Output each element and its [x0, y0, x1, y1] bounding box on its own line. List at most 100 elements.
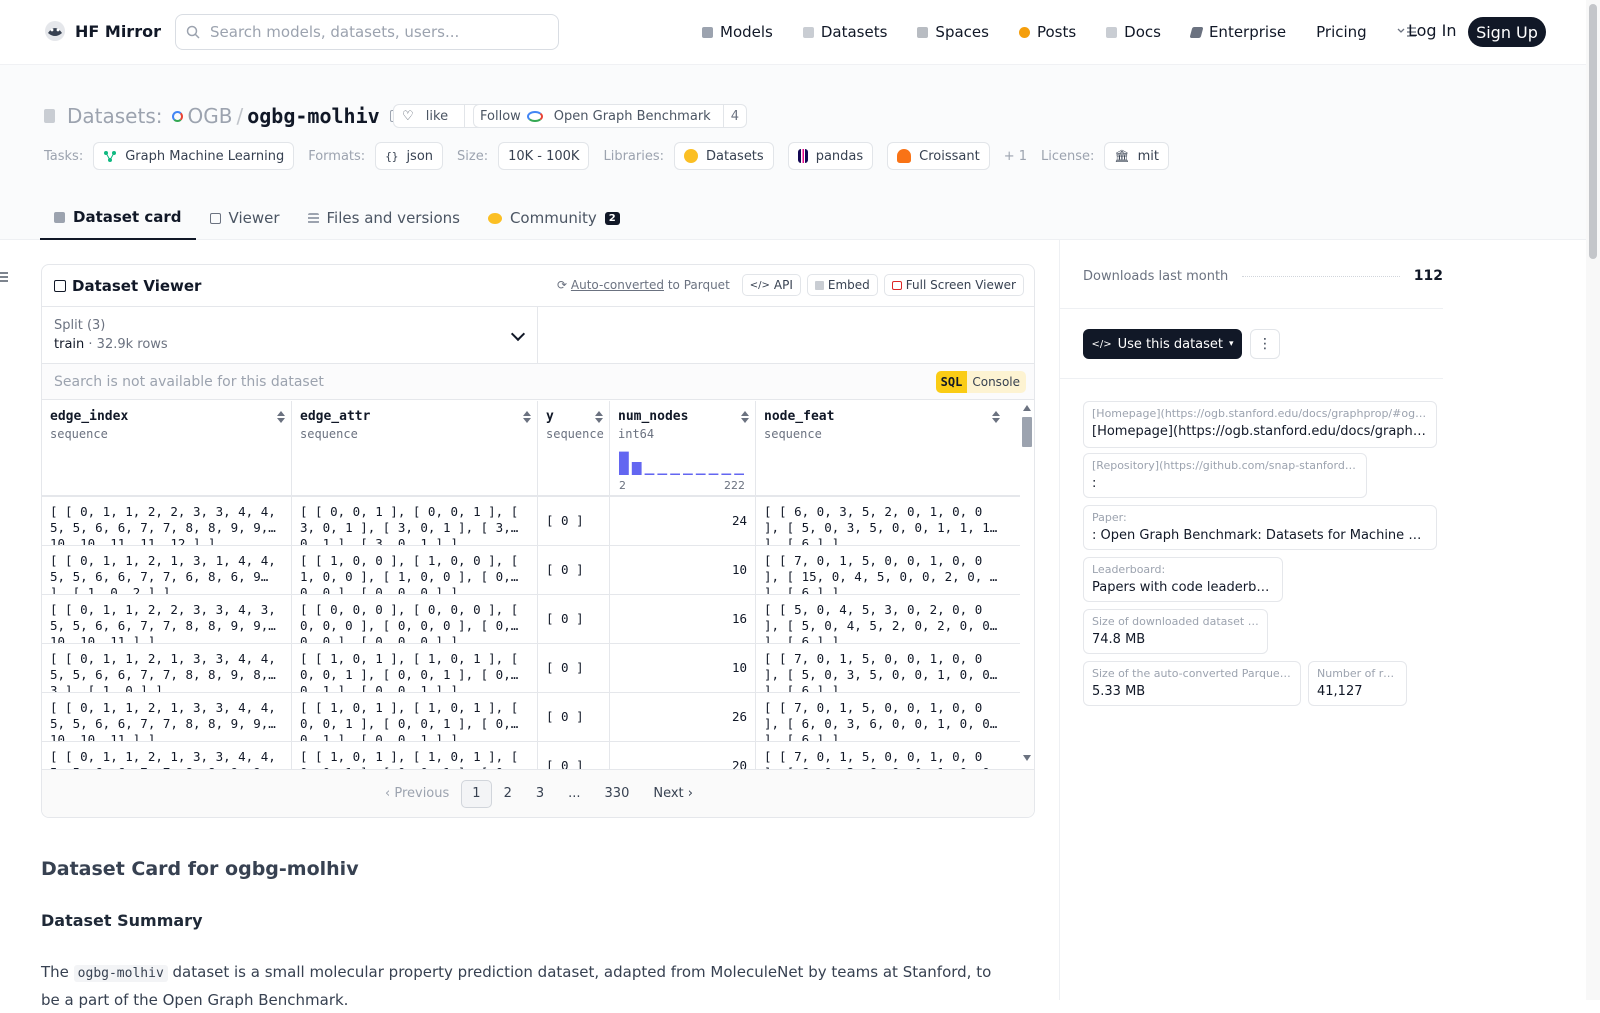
libraries-more[interactable]: + 1 [1004, 149, 1027, 164]
size-chip[interactable]: 10K - 100K [498, 142, 590, 170]
page-330-button[interactable]: 330 [593, 780, 642, 808]
split-select[interactable]: Split (3) train · 32.9k rows [42, 307, 538, 364]
page-1-button[interactable]: 1 [461, 779, 492, 808]
table-scrollbar[interactable] [1020, 401, 1032, 765]
table-cell-num-nodes[interactable]: 10 [610, 546, 756, 594]
format-chip[interactable]: {} json [375, 142, 444, 170]
table-cell-edge-index[interactable]: [ [ 0, 1, 1, 2, 2, 3, 3, 4, 3, 5, 5, 6, … [42, 595, 292, 643]
api-button[interactable]: </> API [741, 274, 801, 296]
table-cell-edge-index[interactable]: [ [ 0, 1, 1, 2, 2, 3, 3, 4, 4, 5, 5, 6, … [42, 497, 292, 545]
histogram-bar[interactable] [683, 473, 693, 476]
login-link[interactable]: Log In [1408, 21, 1457, 40]
histogram-bar[interactable] [644, 473, 655, 475]
table-cell-y[interactable]: [ 0 ] [538, 693, 610, 741]
signup-button[interactable]: Sign Up [1468, 17, 1546, 47]
dataset-name[interactable]: ogbg-molhiv [247, 104, 379, 128]
sort-icon[interactable] [741, 411, 749, 423]
scroll-thumb[interactable] [1022, 417, 1032, 447]
nav-models[interactable]: Models [702, 23, 773, 41]
meta-leaderboard[interactable]: Leaderboard: Papers with code leaderboard [1083, 557, 1283, 602]
meta-paper[interactable]: Paper:: Open Graph Benchmark: Datasets f… [1083, 505, 1437, 550]
column-header-node-feat[interactable]: node_feat sequence [756, 401, 1006, 495]
table-cell-y[interactable]: [ 0 ] [538, 497, 610, 545]
tab-files[interactable]: Files and versions [294, 196, 474, 240]
use-dataset-button[interactable]: </> Use this dataset ▾ [1083, 329, 1242, 359]
table-cell-node-feat[interactable]: [ [ 6, 0, 3, 5, 2, 0, 1, 0, 0 ], [ 5, 0,… [756, 497, 1006, 545]
nav-pricing[interactable]: Pricing [1316, 23, 1367, 41]
license-chip[interactable]: 🏛 mit [1104, 142, 1169, 170]
table-row[interactable]: [ [ 0, 1, 1, 2, 2, 3, 3, 4, 3, 5, 5, 6, … [42, 595, 1020, 644]
table-cell-node-feat[interactable]: [ [ 7, 0, 1, 5, 0, 0, 1, 0, 0 ], [ 5, 0,… [756, 644, 1006, 692]
histogram-bar[interactable] [695, 473, 706, 476]
table-cell-edge-attr[interactable]: [ [ 1, 0, 1 ], [ 1, 0, 1 ], [ 0, 0, 1 ],… [292, 693, 538, 741]
previous-page-button[interactable]: ‹ Previous [373, 780, 461, 808]
table-cell-num-nodes[interactable]: 26 [610, 693, 756, 741]
meta-repository[interactable]: [Repository](https://github.com/snap-sta… [1083, 453, 1367, 498]
column-header-num-nodes[interactable]: num_nodes int64 2 222 [610, 401, 756, 495]
histogram-bar[interactable] [721, 473, 732, 476]
table-cell-num-nodes[interactable]: 24 [610, 497, 756, 545]
table-cell-node-feat[interactable]: [ [ 7, 0, 1, 5, 0, 0, 1, 0, 0 ], [ 6, 0,… [756, 693, 1006, 741]
nav-docs[interactable]: Docs [1106, 23, 1161, 41]
auto-converted-link[interactable]: Auto-converted [571, 278, 664, 292]
histogram-bar[interactable] [657, 473, 668, 476]
more-options-button[interactable]: ⋮ [1250, 329, 1280, 359]
column-header-edge-attr[interactable]: edge_attr sequence [292, 401, 538, 495]
table-cell-num-nodes[interactable]: 10 [610, 644, 756, 692]
table-cell-node-feat[interactable]: [ [ 5, 0, 4, 5, 3, 0, 2, 0, 0 ], [ 5, 0,… [756, 595, 1006, 643]
meta-homepage[interactable]: [Homepage](https://ogb.stanford.edu/docs… [1083, 401, 1437, 448]
embed-button[interactable]: Embed [806, 274, 878, 296]
table-cell-edge-attr[interactable]: [ [ 1, 0, 0 ], [ 1, 0, 0 ], [ 1, 0, 0 ],… [292, 546, 538, 594]
table-row[interactable]: [ [ 0, 1, 1, 2, 1, 3, 1, 4, 4, 5, 5, 6, … [42, 546, 1020, 595]
sort-icon[interactable] [277, 411, 285, 423]
num-nodes-histogram[interactable] [618, 447, 746, 475]
table-cell-edge-index[interactable]: [ [ 0, 1, 1, 2, 1, 3, 3, 4, 4, 5, 5, 6, … [42, 644, 292, 692]
fullscreen-button[interactable]: Full Screen Viewer [883, 274, 1024, 296]
histogram-bar[interactable] [631, 462, 642, 475]
scroll-down-icon[interactable] [1023, 755, 1031, 761]
nav-spaces[interactable]: Spaces [917, 23, 989, 41]
table-cell-edge-index[interactable]: [ [ 0, 1, 1, 2, 1, 3, 3, 4, 4, 5, 5, 6, … [42, 693, 292, 741]
nav-enterprise[interactable]: Enterprise [1189, 23, 1286, 41]
table-cell-node-feat[interactable]: [ [ 7, 0, 1, 5, 0, 0, 1, 0, 0 ], [ 15, 0… [756, 546, 1006, 594]
table-cell-y[interactable]: [ 0 ] [538, 644, 610, 692]
table-cell-edge-index[interactable]: [ [ 0, 1, 1, 2, 1, 3, 1, 4, 4, 5, 5, 6, … [42, 546, 292, 594]
table-cell-edge-attr[interactable]: [ [ 0, 0, 1 ], [ 0, 0, 1 ], [ 3, 0, 1 ],… [292, 497, 538, 545]
tab-community[interactable]: Community 2 [474, 196, 634, 240]
search-input[interactable]: Search models, datasets, users... [175, 14, 559, 50]
table-row[interactable]: [ [ 0, 1, 1, 2, 1, 3, 3, 4, 4, 5, 5, 6, … [42, 693, 1020, 742]
column-header-y[interactable]: y sequence [538, 401, 610, 495]
scroll-up-icon[interactable] [1023, 405, 1031, 411]
table-cell-edge-attr[interactable]: [ [ 0, 0, 0 ], [ 0, 0, 0 ], [ 0, 0, 0 ],… [292, 595, 538, 643]
table-cell-edge-attr[interactable]: [ [ 1, 0, 1 ], [ 1, 0, 1 ], [ 0, 0, 1 ],… [292, 644, 538, 692]
page-scrollbar[interactable] [1586, 0, 1600, 1000]
sort-icon[interactable] [595, 411, 603, 423]
table-row[interactable]: [ [ 0, 1, 1, 2, 1, 3, 3, 4, 4, 5, 5, 6, … [42, 644, 1020, 693]
histogram-bar[interactable] [619, 451, 629, 475]
nav-posts[interactable]: Posts [1018, 23, 1076, 41]
page-3-button[interactable]: 3 [524, 780, 556, 808]
sort-icon[interactable] [992, 411, 1000, 423]
brand[interactable]: HF Mirror [43, 19, 161, 43]
nav-datasets[interactable]: Datasets [802, 23, 887, 41]
library-chip-datasets[interactable]: Datasets [674, 142, 774, 170]
follow-button[interactable]: Follow Open Graph Benchmark 4 [473, 104, 747, 128]
histogram-bar[interactable] [670, 473, 680, 476]
library-chip-pandas[interactable]: pandas [787, 142, 874, 170]
sort-icon[interactable] [523, 411, 531, 423]
toc-toggle-icon[interactable] [0, 270, 8, 284]
histogram-bar[interactable] [708, 473, 719, 476]
next-page-button[interactable]: Next › [641, 780, 705, 808]
org-link[interactable]: OGB [172, 104, 232, 128]
tab-dataset-card[interactable]: Dataset card [40, 196, 196, 240]
sql-console-button[interactable]: SQL Console [935, 371, 1026, 393]
table-cell-y[interactable]: [ 0 ] [538, 546, 610, 594]
table-cell-y[interactable]: [ 0 ] [538, 595, 610, 643]
table-cell-num-nodes[interactable]: 16 [610, 595, 756, 643]
page-2-button[interactable]: 2 [492, 780, 524, 808]
histogram-bar[interactable] [734, 473, 744, 476]
page-scroll-thumb[interactable] [1589, 4, 1597, 259]
library-chip-croissant[interactable]: Croissant [887, 142, 990, 170]
table-row[interactable]: [ [ 0, 1, 1, 2, 2, 3, 3, 4, 4, 5, 5, 6, … [42, 497, 1020, 546]
column-header-edge-index[interactable]: edge_index sequence [42, 401, 292, 495]
